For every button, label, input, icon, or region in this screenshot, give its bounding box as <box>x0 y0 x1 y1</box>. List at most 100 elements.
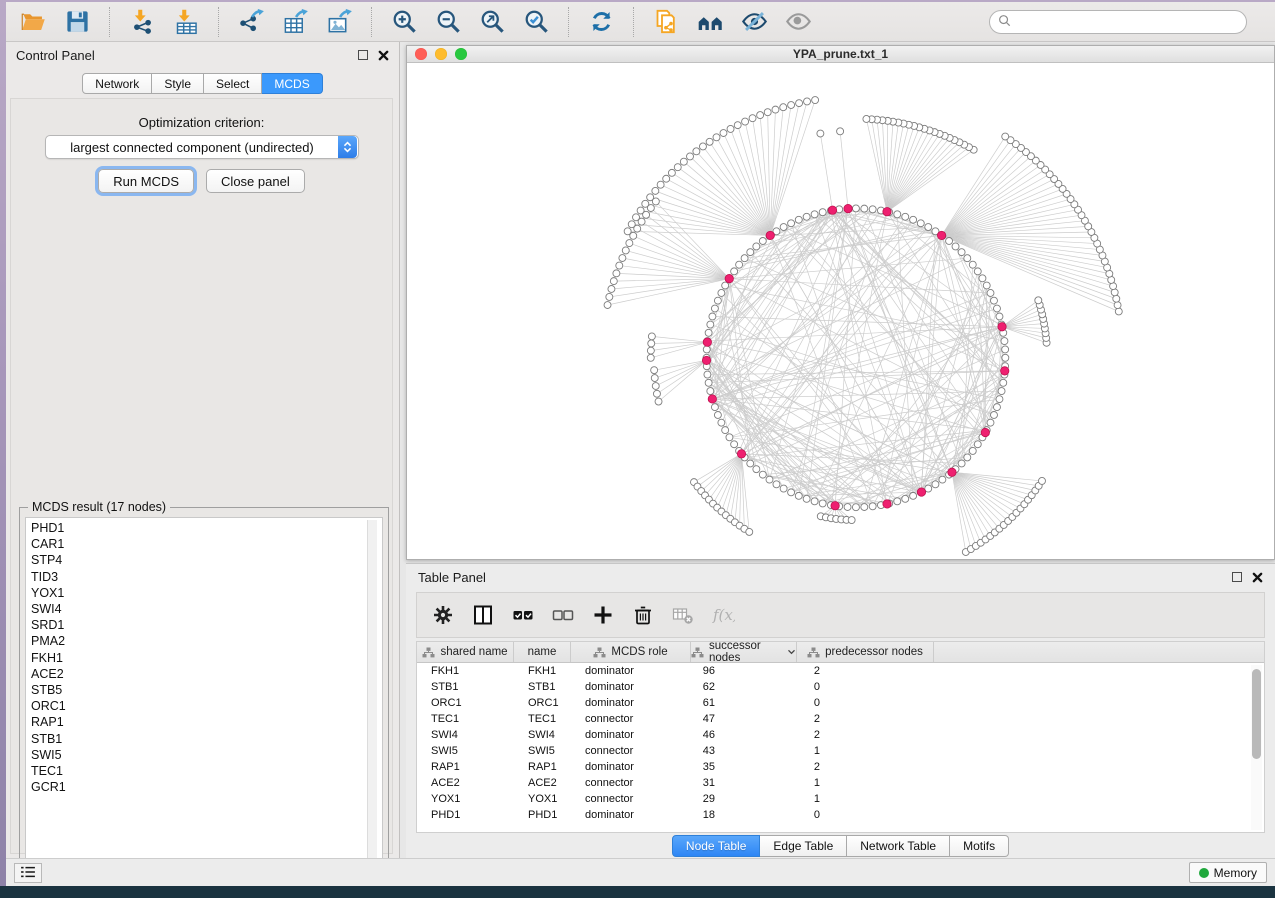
tab-edge-table[interactable]: Edge Table <box>760 835 847 857</box>
close-panel-button[interactable] <box>378 50 389 61</box>
close-table-panel-button[interactable] <box>1252 572 1263 583</box>
open-file-icon <box>20 8 47 35</box>
search-box[interactable] <box>989 10 1247 34</box>
mcds-result-item[interactable]: STB1 <box>31 731 382 747</box>
table-settings-button[interactable] <box>425 596 461 634</box>
tab-network-table[interactable]: Network Table <box>847 835 950 857</box>
tab-select[interactable]: Select <box>204 73 262 94</box>
copy-network-button[interactable] <box>647 5 685 39</box>
table-scrollbar[interactable] <box>1251 665 1262 830</box>
tab-style[interactable]: Style <box>152 73 204 94</box>
float-panel-button[interactable] <box>358 50 368 60</box>
mcds-result-item[interactable]: STB5 <box>31 682 382 698</box>
zoom-selected-button[interactable] <box>517 5 555 39</box>
select-all-rows-button[interactable] <box>505 596 541 634</box>
column-label: successor nodes <box>709 641 782 664</box>
table-scrollbar-thumb[interactable] <box>1252 669 1261 759</box>
show-all-button[interactable] <box>779 5 817 39</box>
column-header-predecessor-nodes[interactable]: predecessor nodes <box>797 642 934 662</box>
add-row-button[interactable] <box>585 596 621 634</box>
mcds-result-list[interactable]: PHD1CAR1STP4TID3YOX1SWI4SRD1PMA2FKH1ACE2… <box>25 517 383 875</box>
mcds-result-item[interactable]: ORC1 <box>31 698 382 714</box>
delete-rows-button[interactable] <box>625 596 661 634</box>
criterion-selected-value: largest connected component (undirected) <box>46 140 338 155</box>
tab-mcds[interactable]: MCDS <box>262 73 322 94</box>
cell-successor-nodes: 43 <box>691 745 797 757</box>
mcds-result-item[interactable]: SWI4 <box>31 601 382 617</box>
column-header-shared-name[interactable]: shared name <box>417 642 514 662</box>
run-mcds-button[interactable]: Run MCDS <box>98 169 194 193</box>
deselect-all-rows-button[interactable] <box>545 596 581 634</box>
zoom-fit-button[interactable] <box>473 5 511 39</box>
control-panel-tabs: NetworkStyleSelectMCDS <box>6 73 399 94</box>
memory-button[interactable]: Memory <box>1189 862 1267 883</box>
mcds-result-item[interactable]: SRD1 <box>31 617 382 633</box>
export-network-button[interactable] <box>232 5 270 39</box>
table-row[interactable]: ORC1ORC1dominator610 <box>417 695 1264 711</box>
hide-selected-button[interactable] <box>735 5 773 39</box>
table-panel: Table Panel f(x) shared namenameMCDS rol… <box>406 563 1275 858</box>
import-table-button[interactable] <box>167 5 205 39</box>
float-icon <box>358 50 368 60</box>
mcds-result-item[interactable]: PMA2 <box>31 633 382 649</box>
first-neighbors-button[interactable] <box>691 5 729 39</box>
mcds-result-item[interactable]: TID3 <box>31 569 382 585</box>
mcds-result-item[interactable]: TEC1 <box>31 763 382 779</box>
mcds-result-item[interactable]: RAP1 <box>31 714 382 730</box>
cell-predecessor-nodes: 2 <box>797 665 934 677</box>
table-row[interactable]: STB1STB1dominator620 <box>417 679 1264 695</box>
refresh-icon <box>588 8 615 35</box>
mcds-result-item[interactable]: SWI5 <box>31 747 382 763</box>
table-row[interactable]: PHD1PHD1dominator180 <box>417 807 1264 823</box>
column-header-successor-nodes[interactable]: successor nodes <box>691 642 797 662</box>
table-row[interactable]: SWI4SWI4dominator462 <box>417 727 1264 743</box>
attribute-type-icon <box>422 647 435 658</box>
export-image-icon <box>326 8 353 35</box>
import-network-button[interactable] <box>123 5 161 39</box>
column-header-mcds-role[interactable]: MCDS role <box>571 642 691 662</box>
cell-predecessor-nodes: 0 <box>797 681 934 693</box>
cell-name: ACE2 <box>514 777 571 789</box>
zoom-out-button[interactable] <box>429 5 467 39</box>
float-table-panel-button[interactable] <box>1232 572 1242 582</box>
mcds-list-scrollbar[interactable] <box>367 520 377 872</box>
export-table-button[interactable] <box>276 5 314 39</box>
list-icon <box>20 865 36 882</box>
task-history-button[interactable] <box>14 863 42 883</box>
network-graph[interactable] <box>407 63 1274 559</box>
table-row[interactable]: ACE2ACE2connector311 <box>417 775 1264 791</box>
mcds-result-item[interactable]: PHD1 <box>31 520 382 536</box>
save-session-button[interactable] <box>58 5 96 39</box>
delete-table-button <box>665 596 701 634</box>
show-columns-icon <box>471 603 495 627</box>
export-image-button[interactable] <box>320 5 358 39</box>
column-header-name[interactable]: name <box>514 642 571 662</box>
mcds-result-item[interactable]: STP4 <box>31 552 382 568</box>
close-panel-action-button[interactable]: Close panel <box>206 169 305 193</box>
mcds-result-item[interactable]: CAR1 <box>31 536 382 552</box>
table-row[interactable]: SWI5SWI5connector431 <box>417 743 1264 759</box>
toolbar-separator <box>218 7 219 37</box>
tab-motifs[interactable]: Motifs <box>950 835 1009 857</box>
sort-chevron-icon[interactable] <box>787 649 796 655</box>
refresh-button[interactable] <box>582 5 620 39</box>
zoom-in-button[interactable] <box>385 5 423 39</box>
tab-node-table[interactable]: Node Table <box>672 835 761 857</box>
mcds-result-item[interactable]: YOX1 <box>31 585 382 601</box>
show-columns-button[interactable] <box>465 596 501 634</box>
optimization-criterion-select[interactable]: largest connected component (undirected) <box>45 135 359 159</box>
cell-shared-name: RAP1 <box>417 761 514 773</box>
network-canvas[interactable] <box>407 63 1274 559</box>
open-file-button[interactable] <box>14 5 52 39</box>
cell-predecessor-nodes: 1 <box>797 745 934 757</box>
table-row[interactable]: YOX1YOX1connector291 <box>417 791 1264 807</box>
mcds-result-item[interactable]: GCR1 <box>31 779 382 795</box>
table-row[interactable]: FKH1FKH1dominator962 <box>417 663 1264 679</box>
mcds-result-item[interactable]: ACE2 <box>31 666 382 682</box>
tab-network[interactable]: Network <box>82 73 152 94</box>
node-table[interactable]: shared namenameMCDS role successor nodes p… <box>416 641 1265 833</box>
mcds-result-item[interactable]: FKH1 <box>31 650 382 666</box>
table-row[interactable]: TEC1TEC1connector472 <box>417 711 1264 727</box>
search-input[interactable] <box>1011 12 1246 32</box>
table-row[interactable]: RAP1RAP1dominator352 <box>417 759 1264 775</box>
